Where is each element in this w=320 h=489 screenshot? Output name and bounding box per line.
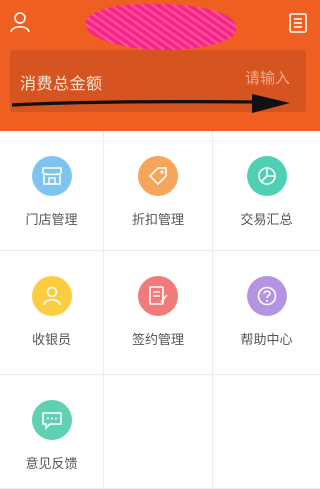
menu-label: 帮助中心	[240, 333, 293, 348]
menu-label: 折扣管理	[131, 213, 184, 228]
function-grid: 门店管理 折扣管理 交易汇总 收银员 签约管理 帮助中心 意见反馈	[0, 131, 320, 489]
menu-label: 交易汇总	[240, 213, 293, 228]
document-list-icon	[289, 13, 307, 33]
person-icon	[31, 276, 72, 316]
amount-label: 消费总金额	[20, 74, 103, 93]
store-icon	[31, 156, 72, 196]
menu-label: 收银员	[31, 333, 71, 348]
amount-input-bar[interactable]: 消费总金额	[10, 50, 306, 112]
menu-item-cashier[interactable]: 收银员	[0, 251, 104, 375]
menu-item-discount-management[interactable]: 折扣管理	[104, 131, 213, 251]
help-icon	[246, 276, 287, 316]
empty-cell	[213, 375, 320, 489]
tag-icon	[138, 156, 178, 196]
menu-label: 签约管理	[131, 333, 184, 348]
menu-item-contract-management[interactable]: 签约管理	[104, 251, 213, 375]
chat-bubble-icon	[31, 400, 72, 440]
document-list-button[interactable]	[288, 12, 308, 34]
menu-item-store-management[interactable]: 门店管理	[0, 131, 104, 251]
redaction-scribble	[86, 4, 236, 50]
sign-doc-icon	[138, 276, 178, 316]
menu-item-transaction-summary[interactable]: 交易汇总	[213, 131, 320, 251]
empty-cell	[104, 375, 213, 489]
user-button[interactable]	[8, 10, 32, 34]
menu-item-feedback[interactable]: 意见反馈	[0, 375, 104, 489]
pie-chart-icon	[246, 156, 287, 196]
menu-item-help-center[interactable]: 帮助中心	[213, 251, 320, 375]
menu-label: 意见反馈	[25, 457, 78, 472]
header-bar: 消费总金额	[0, 0, 320, 131]
menu-label: 门店管理	[25, 213, 78, 228]
user-icon	[10, 12, 30, 33]
amount-input[interactable]	[200, 69, 290, 87]
